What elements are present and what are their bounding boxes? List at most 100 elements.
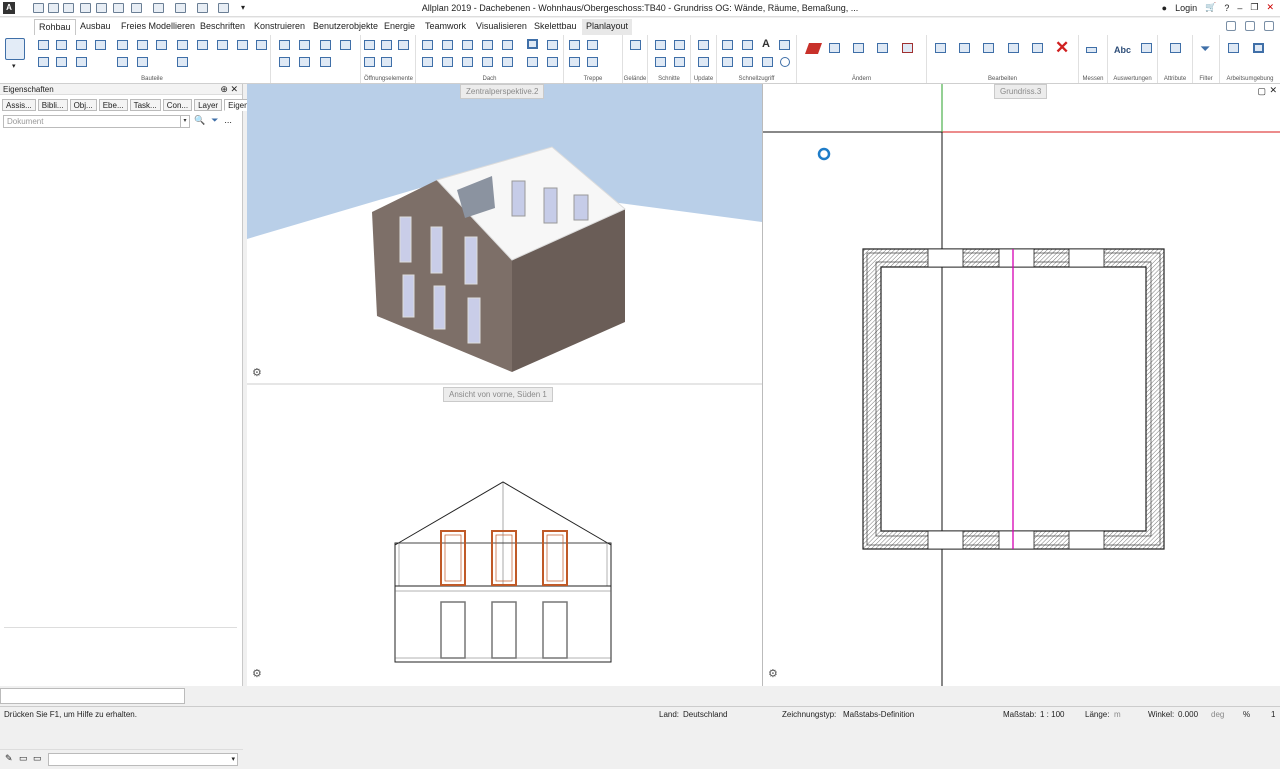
reveal-icon[interactable] <box>364 40 375 50</box>
frame-icon[interactable] <box>398 40 409 50</box>
purlin-icon[interactable] <box>442 57 453 67</box>
roof-icon[interactable] <box>462 40 473 50</box>
modify-points-icon[interactable] <box>853 43 864 53</box>
navigation-icon[interactable]: ⚙ <box>252 667 262 680</box>
move-icon[interactable] <box>959 43 970 53</box>
tab-konstruieren[interactable]: Konstruieren <box>250 21 309 31</box>
palette-icon[interactable] <box>1226 21 1236 31</box>
tab-assistenten[interactable]: Assis... <box>2 99 36 111</box>
gable-icon[interactable] <box>547 57 558 67</box>
login-link[interactable]: Login <box>1175 3 1197 13</box>
macro-icon[interactable] <box>364 57 375 67</box>
workspace-active-icon[interactable] <box>1253 43 1264 53</box>
tab-objekte[interactable]: Obj... <box>69 99 97 111</box>
drawing-type-value[interactable]: Maßstabs-Definition <box>843 710 914 719</box>
circle-icon[interactable] <box>780 57 790 67</box>
workspace-icon[interactable] <box>1228 43 1239 53</box>
tab-connect[interactable]: Con... <box>162 99 193 111</box>
command-input[interactable] <box>0 688 185 704</box>
options-icon[interactable] <box>1264 21 1274 31</box>
chevron-down-icon[interactable]: ▾ <box>231 755 235 763</box>
abc-icon[interactable]: Abc <box>1114 45 1131 55</box>
tab-ebenen[interactable]: Ebe... <box>98 99 128 111</box>
dormer-icon[interactable] <box>442 40 453 50</box>
maximize-button[interactable]: ❐ <box>1250 2 1258 13</box>
upstand-icon[interactable] <box>117 40 128 50</box>
close-viewport-icon[interactable]: ✕ <box>1269 85 1277 96</box>
update-icon[interactable] <box>698 40 709 50</box>
transform-icon[interactable] <box>1032 43 1043 53</box>
rotate-icon[interactable] <box>983 43 994 53</box>
angle-unit[interactable]: deg <box>1211 710 1224 719</box>
pin-icon[interactable]: ⊕ <box>220 84 228 94</box>
stair-icon[interactable] <box>156 40 167 50</box>
hatching-icon[interactable] <box>722 57 733 67</box>
viewport-perspective[interactable]: Zentralperspektive.2 ⚙ <box>247 84 762 383</box>
stair-straight-icon[interactable] <box>569 40 580 50</box>
opening-icon[interactable] <box>117 57 128 67</box>
chevron-down-icon[interactable]: ▾ <box>180 116 189 127</box>
section-icon[interactable] <box>655 40 666 50</box>
stair-landing-icon[interactable] <box>587 57 598 67</box>
project-open-icon[interactable] <box>5 38 25 60</box>
tab-visualisieren[interactable]: Visualisieren <box>472 21 531 31</box>
placement-icon[interactable] <box>381 57 392 67</box>
stretch-icon[interactable] <box>829 43 840 53</box>
length-unit[interactable]: m <box>1114 710 1121 719</box>
joist-icon[interactable] <box>76 57 87 67</box>
tab-benutzerobjekte[interactable]: Benutzerobjekte <box>309 21 382 31</box>
search-icon[interactable]: 🔍 <box>194 115 205 126</box>
save-favorite-icon[interactable]: ▭ <box>33 753 42 764</box>
line-wall-icon[interactable] <box>177 40 188 50</box>
cart-icon[interactable]: 🛒 <box>1205 2 1216 13</box>
terrain-icon[interactable] <box>630 40 641 50</box>
recess-icon[interactable] <box>137 57 148 67</box>
user-icon[interactable]: ● <box>1162 3 1167 13</box>
polyline-icon[interactable] <box>197 40 208 50</box>
door-icon[interactable] <box>279 40 290 50</box>
tab-energie[interactable]: Energie <box>380 21 419 31</box>
viewport-plan[interactable]: Grundriss.3 ▢ ✕ ⚙ <box>763 84 1280 686</box>
tab-teamwork[interactable]: Teamwork <box>421 21 470 31</box>
update-views-icon[interactable] <box>698 57 709 67</box>
dimension-icon[interactable] <box>742 40 753 50</box>
grid-icon[interactable] <box>237 40 248 50</box>
favorite-combo[interactable]: ▾ <box>48 753 238 766</box>
line-icon[interactable] <box>177 57 188 67</box>
maximize-viewport-icon[interactable]: ▢ <box>1257 86 1266 97</box>
dropdown-icon[interactable]: ▾ <box>12 62 16 70</box>
parallel-icon[interactable] <box>877 43 888 53</box>
rafter-icon[interactable] <box>422 57 433 67</box>
roof-level-icon[interactable] <box>527 39 538 49</box>
pipette-icon[interactable]: ✎ <box>5 753 13 764</box>
section-view-icon[interactable] <box>674 57 685 67</box>
more-options-button[interactable]: ... <box>224 115 232 126</box>
cut-icon[interactable] <box>527 57 538 67</box>
close-button[interactable]: ✕ <box>1266 2 1274 13</box>
elevation-icon[interactable] <box>674 40 685 50</box>
pattern-fill-icon[interactable] <box>742 57 753 67</box>
smartpart-icon[interactable] <box>320 57 331 67</box>
mirror-icon[interactable] <box>1008 43 1019 53</box>
column-icon[interactable] <box>56 40 67 50</box>
viewport-label-plan[interactable]: Grundriss.3 <box>994 84 1048 99</box>
pillar-icon[interactable] <box>56 57 67 67</box>
viewport-elevation[interactable]: Ansicht von vorne, Süden 1 ⚙ <box>247 385 762 686</box>
level-dimension-icon[interactable] <box>779 40 790 50</box>
tab-beschriften[interactable]: Beschriften <box>196 21 249 31</box>
niche-icon[interactable] <box>320 40 331 50</box>
scale-value[interactable]: 1 : 100 <box>1040 710 1064 719</box>
pattern-icon[interactable] <box>217 40 228 50</box>
foundation-icon[interactable] <box>38 57 49 67</box>
slit-icon[interactable] <box>340 40 351 50</box>
ceiling-icon[interactable] <box>137 40 148 50</box>
filter-icon[interactable]: ⏷ <box>211 115 218 126</box>
tab-freies-modellieren[interactable]: Freies Modellieren <box>117 21 199 31</box>
beam-icon[interactable] <box>76 40 87 50</box>
percent-value[interactable]: 1 <box>1271 710 1275 719</box>
connect-icon[interactable] <box>902 43 913 53</box>
stair-spiral-icon[interactable] <box>569 57 580 67</box>
tab-bibliothek[interactable]: Bibli... <box>37 99 68 111</box>
panel-close-icon[interactable]: ✕ <box>230 84 238 94</box>
tab-planlayout[interactable]: Planlayout <box>582 19 633 35</box>
